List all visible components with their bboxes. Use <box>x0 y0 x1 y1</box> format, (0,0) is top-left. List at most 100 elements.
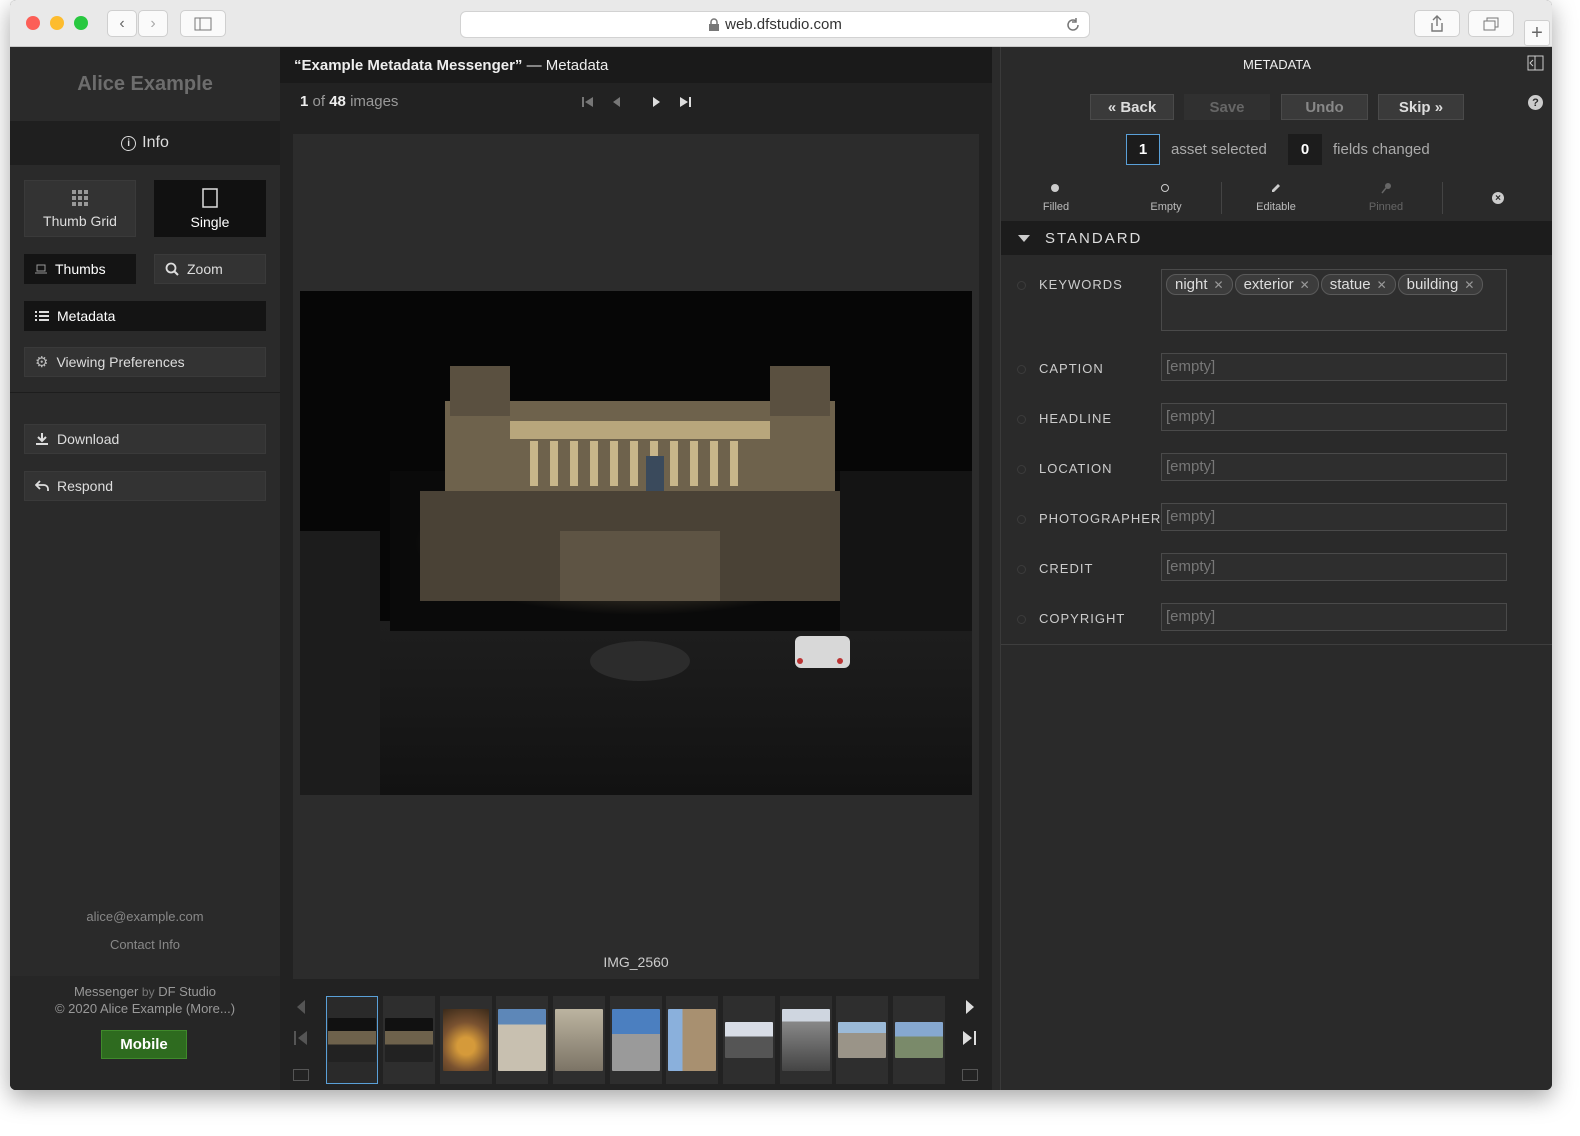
filmstrip-thumb[interactable] <box>780 996 832 1084</box>
zoom-label: Zoom <box>187 261 223 277</box>
filmstrip-thumb[interactable] <box>893 996 945 1084</box>
filmstrip-last-icon[interactable] <box>962 1030 976 1046</box>
field-input[interactable]: [empty] <box>1161 403 1507 431</box>
info-tab[interactable]: i Info <box>10 121 280 165</box>
mobile-button[interactable]: Mobile <box>101 1030 187 1059</box>
legend-editable: Editable <box>1256 201 1296 213</box>
last-image-icon[interactable] <box>679 96 691 108</box>
contact-info-link[interactable]: Contact Info <box>10 937 280 952</box>
back-nav-button[interactable]: ‹ <box>107 10 137 37</box>
thumb-grid-view-button[interactable]: Thumb Grid <box>24 180 136 237</box>
remove-keyword-icon[interactable]: ✕ <box>1377 278 1387 292</box>
keywords-label: KEYWORDS <box>1039 277 1123 292</box>
messenger-title: “Example Metadata Messenger” <box>294 56 523 74</box>
field-input[interactable]: [empty] <box>1161 353 1507 381</box>
account-title: Alice Example <box>77 72 213 95</box>
legend-empty: Empty <box>1150 201 1182 213</box>
keyword-text: exterior <box>1243 276 1294 293</box>
keyword-tag[interactable]: night ✕ <box>1166 274 1233 295</box>
field-input[interactable]: [empty] <box>1161 603 1507 631</box>
close-window-button[interactable] <box>26 16 40 30</box>
skip-button[interactable]: Skip » <box>1378 94 1464 120</box>
tabs-overview-button[interactable] <box>1468 10 1514 37</box>
main-photo[interactable] <box>300 291 972 795</box>
filmstrip-thumb[interactable] <box>496 996 548 1084</box>
filmstrip-thumb[interactable] <box>836 996 888 1084</box>
undo-button[interactable]: Undo <box>1281 94 1368 120</box>
respond-button[interactable]: Respond <box>24 471 266 501</box>
previous-image-icon[interactable] <box>612 96 622 108</box>
filmstrip-thumb[interactable] <box>383 996 435 1084</box>
field-label: HEADLINE <box>1039 411 1113 426</box>
field-input[interactable]: [empty] <box>1161 503 1507 531</box>
footer-copyright[interactable]: © 2020 Alice Example (More...) <box>10 1001 280 1016</box>
footer-studio-link[interactable]: DF Studio <box>158 984 216 999</box>
filmstrip-thumb[interactable] <box>610 996 662 1084</box>
share-button[interactable] <box>1414 10 1460 37</box>
sidebar-toggle-button[interactable] <box>180 10 226 37</box>
filmstrip-first-icon[interactable] <box>294 1030 308 1046</box>
remove-keyword-icon[interactable]: ✕ <box>1300 278 1310 292</box>
fields-changed-text: fields changed <box>1333 141 1430 158</box>
remove-keyword-icon[interactable]: ✕ <box>1464 278 1474 292</box>
download-button[interactable]: Download <box>24 424 266 454</box>
field-label: COPYRIGHT <box>1039 611 1126 626</box>
respond-label: Respond <box>57 478 114 494</box>
maximize-window-button[interactable] <box>74 16 88 30</box>
field-label: PHOTOGRAPHER <box>1039 511 1162 526</box>
address-bar[interactable]: web.dfstudio.com <box>460 11 1090 38</box>
photo-illustration <box>300 291 972 795</box>
legend-divider <box>1221 182 1222 214</box>
filmstrip-thumb[interactable] <box>666 996 718 1084</box>
keyword-text: building <box>1406 276 1459 293</box>
next-image-icon[interactable] <box>652 96 662 108</box>
filmstrip-thumb[interactable] <box>440 996 492 1084</box>
main-viewer: “Example Metadata Messenger” — Metadata … <box>280 47 992 1090</box>
single-page-icon <box>202 187 218 208</box>
clear-icon[interactable]: × <box>1492 192 1504 204</box>
image-total: 48 <box>329 93 346 110</box>
single-view-button[interactable]: Single <box>154 180 266 237</box>
image-index: 1 <box>300 93 309 110</box>
filmstrip-thumb[interactable] <box>326 996 378 1084</box>
first-image-icon[interactable] <box>582 96 594 108</box>
image-counter: 1 of 48 images <box>300 93 398 110</box>
help-icon[interactable]: ? <box>1528 95 1543 110</box>
grid-icon <box>72 189 88 206</box>
share-icon <box>1431 15 1443 32</box>
remove-keyword-icon[interactable]: ✕ <box>1214 278 1224 292</box>
new-tab-button[interactable]: + <box>1524 20 1550 46</box>
fields-changed-count: 0 <box>1288 134 1322 165</box>
save-button[interactable]: Save <box>1184 94 1270 120</box>
filmstrip-page-icon[interactable] <box>962 1069 978 1081</box>
metadata-button[interactable]: Metadata <box>24 301 266 331</box>
forward-nav-button[interactable]: › <box>138 10 168 37</box>
filmstrip <box>280 989 992 1090</box>
thumbs-button[interactable]: Thumbs <box>24 254 136 284</box>
viewing-preferences-button[interactable]: ⚙ Viewing Preferences <box>24 347 266 377</box>
back-button[interactable]: « Back <box>1090 94 1174 120</box>
metadata-panel: METADATA « Back Save Undo Skip » ? 1 ass… <box>1000 47 1552 1090</box>
minimize-window-button[interactable] <box>50 16 64 30</box>
field-input[interactable]: [empty] <box>1161 453 1507 481</box>
field-status-dot <box>1017 615 1026 624</box>
reload-icon[interactable] <box>1065 17 1081 33</box>
keyword-tag[interactable]: building ✕ <box>1397 274 1484 295</box>
keyword-tag[interactable]: statue ✕ <box>1320 274 1396 295</box>
zoom-button[interactable]: Zoom <box>154 254 266 284</box>
section-standard[interactable]: STANDARD <box>1001 221 1552 255</box>
filmstrip-prev-icon[interactable] <box>295 999 307 1015</box>
account-email[interactable]: alice@example.com <box>10 909 280 924</box>
filmstrip-page-icon[interactable] <box>293 1069 309 1081</box>
filmstrip-thumb[interactable] <box>553 996 605 1084</box>
filmstrip-next-icon[interactable] <box>964 999 976 1015</box>
keyword-tag[interactable]: exterior ✕ <box>1234 274 1319 295</box>
collapse-panel-icon[interactable] <box>1527 55 1544 71</box>
keywords-input[interactable]: night ✕ exterior ✕ statue ✕ building ✕ <box>1161 269 1507 331</box>
url-text: web.dfstudio.com <box>725 16 842 33</box>
filmstrip-thumb[interactable] <box>723 996 775 1084</box>
metadata-field-row: PHOTOGRAPHER [empty] <box>1001 501 1552 541</box>
field-input[interactable]: [empty] <box>1161 553 1507 581</box>
field-status-dot <box>1017 515 1026 524</box>
metadata-field-row: HEADLINE [empty] <box>1001 401 1552 441</box>
